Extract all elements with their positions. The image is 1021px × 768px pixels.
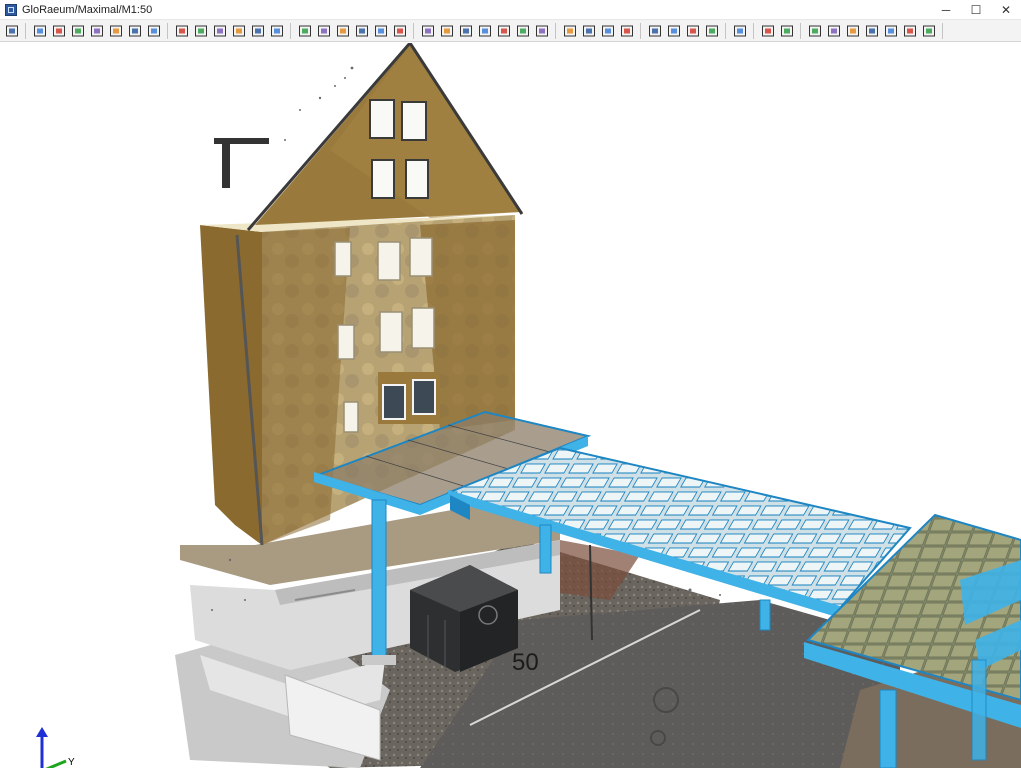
toolbar-separator xyxy=(942,22,943,39)
exit-view-icon[interactable] xyxy=(3,22,20,40)
overlay-label: 50 xyxy=(512,649,539,676)
toolbar-separator xyxy=(800,22,801,39)
layer-2-icon[interactable] xyxy=(438,22,455,40)
box-2-icon[interactable] xyxy=(580,22,597,40)
toolbar-separator xyxy=(290,22,291,39)
grid-2-icon[interactable] xyxy=(825,22,842,40)
show-points-icon[interactable] xyxy=(296,22,313,40)
toolbar-separator xyxy=(753,22,754,39)
layer-4-icon[interactable] xyxy=(476,22,493,40)
view-right-icon[interactable] xyxy=(107,22,124,40)
section-red-icon[interactable] xyxy=(353,22,370,40)
window-title: GloRaeum/Maximal/M1:50 xyxy=(22,3,153,16)
minimize-button[interactable]: ─ xyxy=(931,0,961,19)
maximize-button[interactable]: ☐ xyxy=(961,0,991,19)
box-3-icon[interactable] xyxy=(599,22,616,40)
view-plan-icon[interactable] xyxy=(31,22,48,40)
layer-3-icon[interactable] xyxy=(457,22,474,40)
toolbar-separator xyxy=(640,22,641,39)
axis-y-label: Y xyxy=(68,757,75,768)
grid-6-icon[interactable] xyxy=(901,22,918,40)
grid-5-icon[interactable] xyxy=(882,22,899,40)
window-controls: ─ ☐ ✕ xyxy=(931,0,1021,19)
zoom-in-icon[interactable] xyxy=(249,22,266,40)
app-icon xyxy=(5,3,17,16)
section-3-icon[interactable] xyxy=(391,22,408,40)
title-bar: GloRaeum/Maximal/M1:50 ─ ☐ ✕ xyxy=(0,0,1021,20)
camera-icon[interactable] xyxy=(759,22,776,40)
zoom-out-icon[interactable] xyxy=(268,22,285,40)
pan-up-icon[interactable] xyxy=(211,22,228,40)
pan-down-icon[interactable] xyxy=(230,22,247,40)
grid-3-icon[interactable] xyxy=(844,22,861,40)
cloud-2-icon[interactable] xyxy=(665,22,682,40)
view-top-icon[interactable] xyxy=(126,22,143,40)
toolbar-separator xyxy=(555,22,556,39)
close-button[interactable]: ✕ xyxy=(991,0,1021,19)
box-settings-icon[interactable] xyxy=(618,22,635,40)
cloud-3-icon[interactable] xyxy=(684,22,701,40)
app-window: GloRaeum/Maximal/M1:50 ─ ☐ ✕ 50 Y xyxy=(0,0,1021,768)
grid-7-icon[interactable] xyxy=(920,22,937,40)
view-iso-icon[interactable] xyxy=(145,22,162,40)
toolbar-separator xyxy=(413,22,414,39)
3d-viewport[interactable]: 50 Y X xyxy=(0,43,1021,768)
view-front-icon[interactable] xyxy=(50,22,67,40)
toolbar-separator xyxy=(725,22,726,39)
cloud-4-icon[interactable] xyxy=(703,22,720,40)
show-model-icon[interactable] xyxy=(315,22,332,40)
settings-gear-icon[interactable] xyxy=(731,22,748,40)
layer-1-icon[interactable] xyxy=(419,22,436,40)
pan-right-icon[interactable] xyxy=(192,22,209,40)
toolbar-separator xyxy=(167,22,168,39)
grid-1-icon[interactable] xyxy=(806,22,823,40)
box-1-icon[interactable] xyxy=(561,22,578,40)
layer-5-icon[interactable] xyxy=(495,22,512,40)
view-left-icon[interactable] xyxy=(88,22,105,40)
axis-triad: Y X xyxy=(36,727,75,768)
globe-icon[interactable] xyxy=(533,22,550,40)
cloud-1-icon[interactable] xyxy=(646,22,663,40)
pan-left-icon[interactable] xyxy=(173,22,190,40)
grid-4-icon[interactable] xyxy=(863,22,880,40)
render-object-icon[interactable] xyxy=(334,22,351,40)
point-cloud-scene[interactable] xyxy=(0,43,1021,768)
section-x-icon[interactable] xyxy=(372,22,389,40)
camera-off-icon[interactable] xyxy=(778,22,795,40)
layer-6-icon[interactable] xyxy=(514,22,531,40)
toolbar-separator xyxy=(25,22,26,39)
main-toolbar xyxy=(0,20,1021,42)
view-back-icon[interactable] xyxy=(69,22,86,40)
